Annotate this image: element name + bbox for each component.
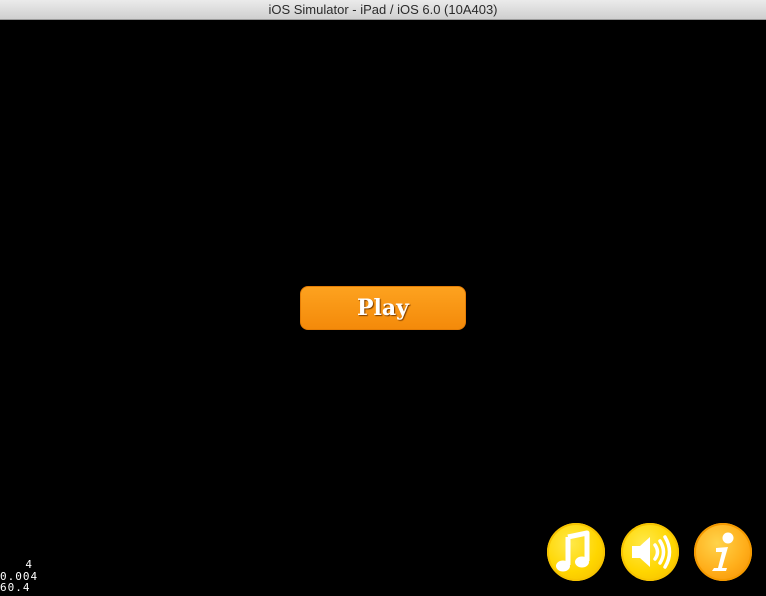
info-icon [712, 532, 734, 571]
speaker-icon [632, 535, 672, 569]
info-button[interactable] [694, 523, 752, 581]
window-title-bar: iOS Simulator - iPad / iOS 6.0 (10A403) [0, 0, 766, 20]
sound-toggle-button[interactable] [621, 523, 679, 581]
music-toggle-button[interactable] [547, 523, 605, 581]
music-note-icon [556, 530, 590, 572]
debug-stats: 4 0.004 60.4 [0, 559, 50, 594]
game-screen: Play 4 0.004 60.4 [0, 21, 766, 596]
fps-stat: 60.4 [0, 581, 31, 594]
draw-calls-stat: 4 [25, 558, 33, 571]
play-button[interactable]: Play [300, 286, 466, 330]
window-title: iOS Simulator - iPad / iOS 6.0 (10A403) [268, 2, 498, 17]
